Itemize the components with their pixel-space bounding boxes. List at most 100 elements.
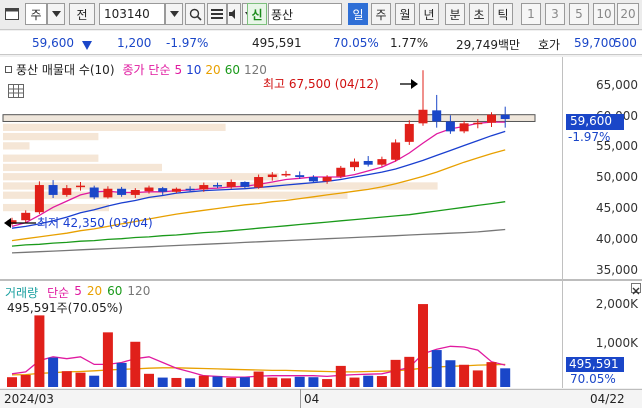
candle-body	[130, 189, 140, 195]
vol-ma120-legend[interactable]: 120	[127, 284, 150, 301]
code-dropdown-icon[interactable]	[165, 3, 183, 25]
ask-price: 59,700	[574, 36, 616, 50]
candle-body	[336, 167, 346, 177]
interval-10-button[interactable]: 10	[593, 3, 615, 25]
stock-name-field[interactable]: 풍산	[268, 3, 342, 25]
search-icon[interactable]	[185, 3, 205, 25]
candle-body	[185, 188, 195, 191]
period-minute-button[interactable]: 분	[445, 3, 465, 25]
volume-bar	[418, 304, 428, 387]
period-tick-button[interactable]: 틱	[493, 3, 513, 25]
speaker-icon[interactable]	[227, 3, 241, 25]
axis-separator	[562, 57, 563, 388]
volume-profile-bar	[3, 173, 279, 181]
volume-bar	[390, 359, 401, 387]
period-month-button[interactable]: 월	[395, 3, 415, 25]
volume-bar	[239, 377, 250, 387]
interval-5-button[interactable]: 5	[569, 3, 589, 25]
volume-bar	[212, 376, 223, 387]
price-tick: 45,000	[596, 201, 638, 216]
ma-legend-label[interactable]: 종가 단순	[123, 61, 171, 78]
volume-bar	[308, 377, 319, 387]
candle-body	[473, 122, 483, 125]
date-label-end: 04/22	[590, 392, 625, 406]
volume-profile-bar	[3, 154, 99, 162]
menu-icon[interactable]	[207, 3, 227, 25]
candle-body	[322, 177, 332, 182]
ma60-legend[interactable]: 60	[225, 63, 240, 77]
price-tick: 65,000	[596, 77, 638, 92]
candle-body	[281, 173, 291, 176]
down-triangle-icon	[82, 39, 92, 53]
volume-bar	[349, 377, 360, 387]
ma10-legend[interactable]: 10	[186, 63, 201, 77]
close-icon[interactable]	[631, 283, 641, 295]
volume-bar	[198, 375, 209, 387]
price-legend: 풍산 매물대 수(10) 종가 단순 5 10 20 60 120	[5, 61, 267, 78]
volume-value: 495,591	[252, 36, 302, 50]
volume-tick-2000k: 2,000K	[595, 297, 638, 311]
volume-bar	[404, 356, 415, 387]
code-input[interactable]: 103140	[99, 3, 165, 25]
candle-body	[363, 160, 373, 165]
interval-3-button[interactable]: 3	[545, 3, 565, 25]
period-week-button[interactable]: 주	[371, 3, 391, 25]
low-arrow-icon	[4, 217, 36, 231]
volume-bar	[102, 332, 113, 387]
volume-bar	[335, 365, 346, 387]
candle-body	[267, 174, 277, 178]
volume-bar	[500, 368, 511, 387]
volume-bar	[171, 377, 182, 387]
prev-button[interactable]: 전	[69, 3, 95, 25]
grid-icon[interactable]	[8, 84, 24, 98]
candle-body	[103, 188, 113, 198]
high-arrow-icon	[400, 78, 418, 92]
price-tick: 40,000	[596, 231, 638, 246]
volume-bar	[20, 374, 31, 387]
volume-profile-bar	[3, 132, 99, 141]
candle-body	[295, 175, 305, 178]
volume-bar	[7, 377, 17, 387]
candle-body	[240, 181, 250, 187]
turnover-percent: 1.77%	[390, 36, 429, 50]
volume-bar	[130, 341, 141, 387]
period-day-button[interactable]: 일	[348, 3, 368, 25]
quote-bar: 59,600 1,200 -1.97% 495,591 70.05% 1.77%…	[0, 31, 642, 55]
ma20-legend[interactable]: 20	[205, 63, 220, 77]
period-year-button[interactable]: 년	[419, 3, 439, 25]
credit-badge: 신	[247, 3, 267, 25]
date-label-mid: 04	[304, 392, 320, 406]
candle-body	[76, 185, 85, 188]
volume-bar	[431, 350, 442, 387]
volume-tag: 495,591	[566, 357, 624, 372]
market-dropdown-icon[interactable]	[47, 3, 65, 25]
volume-bar	[116, 362, 127, 387]
current-price: 59,600	[32, 36, 74, 50]
volume-bar	[157, 377, 168, 387]
legend-bullet-icon	[5, 66, 12, 73]
candle-body	[487, 114, 496, 123]
candle-body	[391, 142, 401, 160]
panel-divider[interactable]	[0, 279, 642, 281]
volume-profile-legend[interactable]: 풍산 매물대 수(10)	[16, 61, 115, 78]
interval-1-button[interactable]: 1	[521, 3, 541, 25]
pct-tag: -1.97%	[568, 130, 611, 144]
date-label-start: 2024/03	[4, 392, 54, 406]
volume-bar	[459, 364, 470, 387]
price-tick: 35,000	[596, 262, 638, 277]
period-second-button[interactable]: 초	[469, 3, 489, 25]
volume-bar	[89, 375, 100, 387]
ask-remaining: 500	[614, 36, 637, 50]
candle-body	[500, 114, 510, 120]
candle-body	[418, 109, 428, 124]
volume-bar	[472, 370, 483, 387]
window-icon[interactable]	[3, 3, 21, 25]
current-price-band	[2, 114, 536, 122]
candle-body	[34, 185, 44, 213]
ma5-legend[interactable]: 5	[175, 63, 183, 77]
candle-body	[199, 185, 209, 190]
candle-body	[308, 177, 318, 182]
price-tag: 59,600	[566, 114, 624, 130]
market-label[interactable]: 주	[25, 3, 47, 25]
interval-20-button[interactable]: 20	[617, 3, 639, 25]
